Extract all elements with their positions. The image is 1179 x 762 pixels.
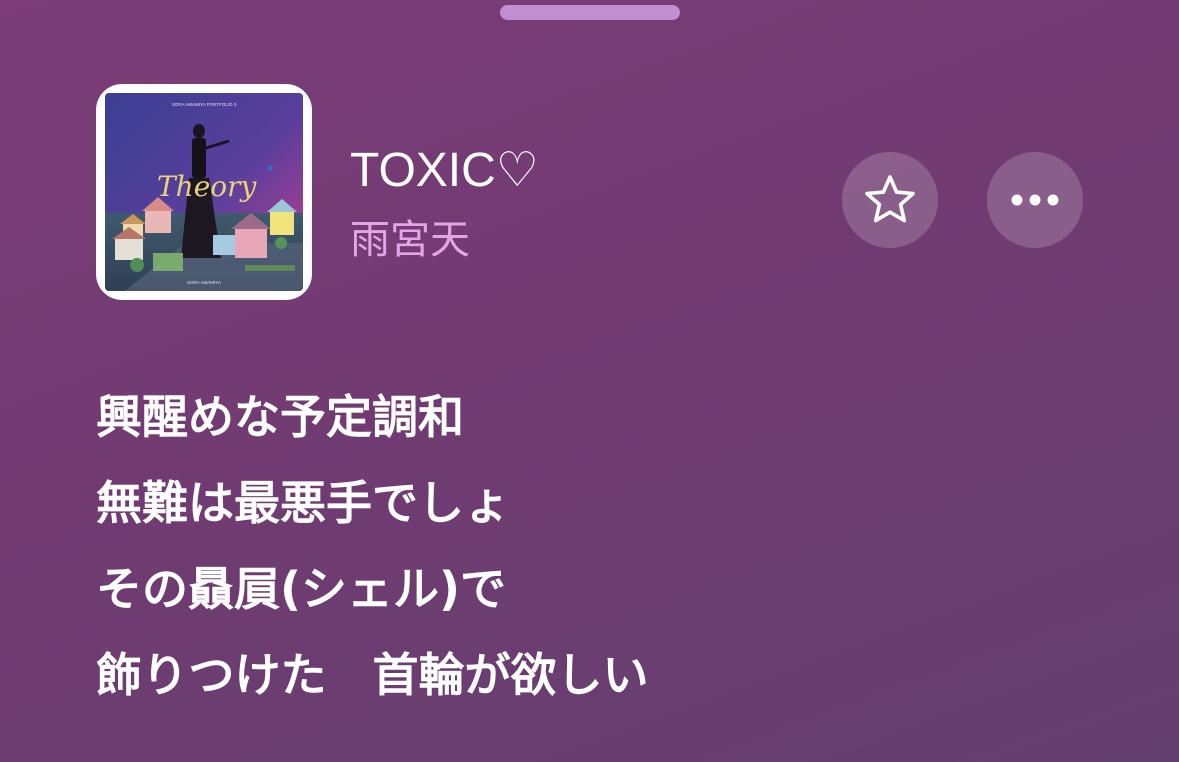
favorite-button[interactable] [842, 152, 938, 248]
sheet-grabber[interactable] [500, 5, 680, 20]
more-options-button[interactable] [987, 152, 1083, 248]
album-cover-image: SORA AMAMIYA PORTFOLIO 3 Theory SORA AMA… [105, 93, 303, 291]
artwork-footer-text: SORA AMAMIYA [187, 280, 221, 285]
lyric-line[interactable]: 興醒めな予定調和 [96, 374, 1136, 460]
star-outline-icon [865, 175, 915, 223]
track-artist[interactable]: 雨宮天 [350, 212, 539, 268]
ellipsis-icon [1011, 194, 1059, 206]
artwork-header-text: SORA AMAMIYA PORTFOLIO 3 [172, 102, 237, 107]
lyric-line[interactable]: 無難は最悪手でしょ [96, 460, 1136, 546]
album-artwork[interactable]: SORA AMAMIYA PORTFOLIO 3 Theory SORA AMA… [96, 84, 312, 300]
lyric-line[interactable]: その贔屓(シェル)で [96, 546, 1136, 632]
track-title[interactable]: TOXIC♡ [350, 140, 539, 202]
lyrics-panel[interactable]: 興醒めな予定調和 無難は最悪手でしょ その贔屓(シェル)で 飾りつけた 首輪が欲… [96, 374, 1136, 718]
lyric-line[interactable]: 飾りつけた 首輪が欲しい [96, 632, 1136, 718]
track-info: TOXIC♡ 雨宮天 [350, 140, 539, 268]
artwork-title-text: Theory [157, 170, 258, 203]
